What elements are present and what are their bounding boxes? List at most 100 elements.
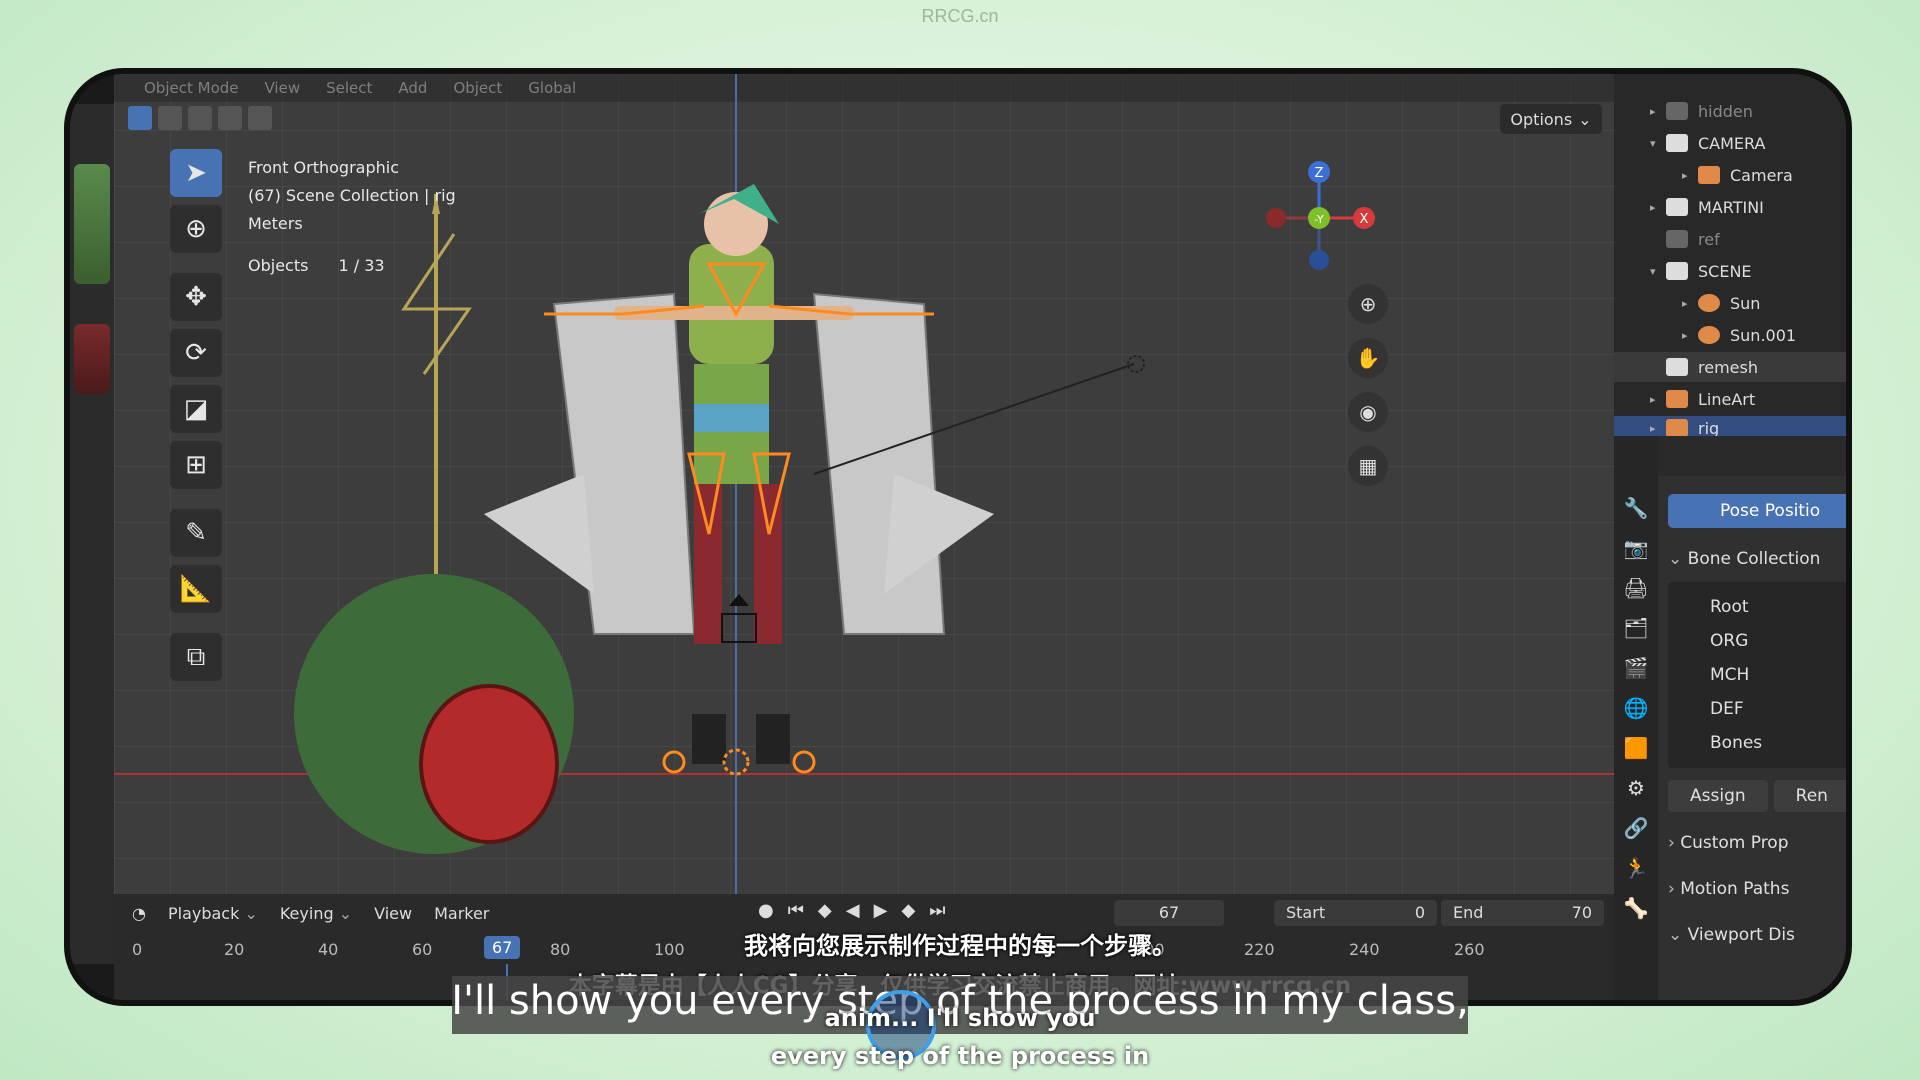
play-icon[interactable]: ▶	[874, 900, 888, 921]
bone-collection-item[interactable]: ORG	[1668, 624, 1846, 658]
object-tab-icon[interactable]: 🟧	[1624, 736, 1649, 760]
expand-icon[interactable]: ▸	[1650, 105, 1666, 118]
grid-icon: ▦	[1358, 454, 1378, 478]
objects-stat: Objects 1 / 33	[248, 252, 456, 280]
end-label: End	[1453, 903, 1484, 922]
output-tab-icon[interactable]: 🖨	[1623, 576, 1648, 600]
outliner-label: CAMERA	[1698, 133, 1766, 153]
clock-icon[interactable]: ◔	[132, 904, 146, 923]
expand-icon[interactable]: ▸	[1650, 393, 1666, 406]
view-layer-tab-icon[interactable]: 🗂	[1623, 616, 1648, 640]
pencil-icon: ✎	[185, 518, 207, 548]
record-icon[interactable]: ●	[758, 900, 774, 921]
assign-button[interactable]: Assign	[1668, 780, 1768, 812]
rotate-tool[interactable]: ⟳	[170, 329, 222, 377]
armature-tab-icon[interactable]: 🏃	[1624, 856, 1649, 880]
collection-icon	[1666, 230, 1688, 248]
keying-menu[interactable]: Keying	[280, 904, 352, 923]
move-tool[interactable]: ✥	[170, 273, 222, 321]
constraint-tab-icon[interactable]: 🔗	[1624, 816, 1649, 840]
outliner: ▸ hidden ▾ CAMERA ▸ Camera ▸ MARTINI ref ▾ SC…	[1614, 74, 1846, 440]
motion-paths-section[interactable]: Motion Paths	[1668, 874, 1846, 904]
properties-tabs: 🔧 📷 🖨 🗂 🎬 🌐 🟧 ⚙ 🔗 🏃 🦴	[1614, 436, 1658, 1000]
zoom-button[interactable]: ⊕	[1348, 284, 1388, 324]
current-frame-field[interactable]: 67	[1114, 900, 1224, 926]
watermark-rrcg: RRCG.cn	[921, 6, 999, 26]
remove-button[interactable]: Ren	[1773, 780, 1846, 812]
pan-button[interactable]: ✋	[1348, 338, 1388, 378]
right-panels: ▸ hidden ▾ CAMERA ▸ Camera ▸ MARTINI ref ▾ SC…	[1614, 74, 1846, 1000]
bone-collection-item[interactable]: MCH	[1668, 658, 1846, 692]
physics-tab-icon[interactable]: ⚙	[1627, 776, 1645, 800]
outliner-row[interactable]: ▾ SCENE	[1614, 256, 1846, 286]
custom-properties-section[interactable]: Custom Prop	[1668, 828, 1846, 858]
tool-shelf: ➤ ⊕ ✥ ⟳ ◪ ⊞ ✎ 📐 ⧉	[170, 149, 228, 681]
expand-icon[interactable]: ▸	[1682, 169, 1698, 182]
annotate-tool[interactable]: ✎	[170, 509, 222, 557]
outliner-row[interactable]: ▸ MARTINI	[1614, 192, 1846, 222]
playback-menu[interactable]: Playback	[168, 904, 258, 923]
end-frame-field[interactable]: End 70	[1441, 900, 1604, 926]
camera-view-button[interactable]: ◉	[1348, 392, 1388, 432]
outliner-row[interactable]: ▸ Sun	[1614, 288, 1846, 318]
navigation-gizmo[interactable]: Z X -Y	[1254, 152, 1384, 282]
outliner-row[interactable]: ▸ Camera	[1614, 160, 1846, 190]
thumbnail-red[interactable]	[74, 324, 110, 394]
jump-start-icon[interactable]: ⏮	[788, 900, 804, 921]
crosshair-icon: ⊕	[185, 214, 207, 244]
measure-tool[interactable]: 📐	[170, 565, 222, 613]
scale-icon: ◪	[183, 394, 209, 424]
collection-icon	[1666, 358, 1688, 376]
next-keyframe-icon[interactable]: ◆	[901, 900, 915, 921]
ortho-toggle-button[interactable]: ▦	[1348, 446, 1388, 486]
outliner-row[interactable]: ▸ hidden	[1614, 96, 1846, 126]
bone-collection-item[interactable]: Bones	[1668, 726, 1846, 760]
scene-tab-icon[interactable]: 🎬	[1624, 656, 1649, 680]
view-menu[interactable]: View	[374, 904, 412, 923]
outliner-row[interactable]: remesh	[1614, 352, 1846, 382]
expand-icon[interactable]: ▾	[1650, 137, 1666, 150]
start-label: Start	[1286, 903, 1326, 922]
expand-icon[interactable]: ▸	[1650, 201, 1666, 214]
axis-x-label: X	[1360, 212, 1369, 227]
expand-icon[interactable]: ▸	[1650, 422, 1666, 435]
transform-tool[interactable]: ⊞	[170, 441, 222, 489]
3d-viewport[interactable]: Object Mode View Select Add Object Globa…	[114, 74, 1614, 894]
outliner-row[interactable]: ▸ LineArt	[1614, 384, 1846, 414]
bone-collections-section[interactable]: Bone Collection	[1668, 544, 1846, 574]
bone-collection-item[interactable]: DEF	[1668, 692, 1846, 726]
add-cube-tool[interactable]: ⧉	[170, 633, 222, 681]
outliner-row[interactable]: ref	[1614, 224, 1846, 254]
jump-end-icon[interactable]: ⏭	[929, 900, 945, 921]
marker-menu[interactable]: Marker	[434, 904, 489, 923]
collection-info: (67) Scene Collection | rig	[248, 186, 456, 205]
play-reverse-icon[interactable]: ◀	[846, 900, 860, 921]
view-name: Front Orthographic	[248, 158, 400, 177]
outliner-row[interactable]: ▸ Sun.001	[1614, 320, 1846, 350]
scale-tool[interactable]: ◪	[170, 385, 222, 433]
camera-object-icon	[1698, 166, 1720, 184]
expand-icon[interactable]: ▸	[1682, 329, 1698, 342]
bone-collection-item[interactable]: Root	[1668, 590, 1846, 624]
select-box-tool[interactable]: ➤	[170, 149, 222, 197]
asset-strip	[70, 104, 114, 964]
bone-tab-icon[interactable]: 🦴	[1624, 896, 1649, 920]
cursor-arrow-icon: ➤	[185, 158, 207, 188]
pose-position-button[interactable]: Pose Positio	[1668, 494, 1846, 528]
end-value: 70	[1571, 903, 1592, 922]
prev-keyframe-icon[interactable]: ◆	[818, 900, 832, 921]
move-arrows-icon: ✥	[185, 282, 207, 312]
outliner-label: MARTINI	[1698, 197, 1764, 217]
transform-icon: ⊞	[185, 450, 207, 480]
start-frame-field[interactable]: Start 0	[1274, 900, 1437, 926]
outliner-row[interactable]: ▾ CAMERA	[1614, 128, 1846, 158]
thumbnail-character[interactable]	[74, 164, 110, 284]
expand-icon[interactable]: ▾	[1650, 265, 1666, 278]
render-tab-icon[interactable]: 📷	[1624, 536, 1649, 560]
expand-icon[interactable]: ▸	[1682, 297, 1698, 310]
subtitle-small-1: anim... I'll show you	[824, 1004, 1096, 1032]
tool-tab-icon[interactable]: 🔧	[1624, 496, 1649, 520]
cursor-tool[interactable]: ⊕	[170, 205, 222, 253]
axis-z-label: Z	[1315, 166, 1324, 181]
world-tab-icon[interactable]: 🌐	[1624, 696, 1649, 720]
